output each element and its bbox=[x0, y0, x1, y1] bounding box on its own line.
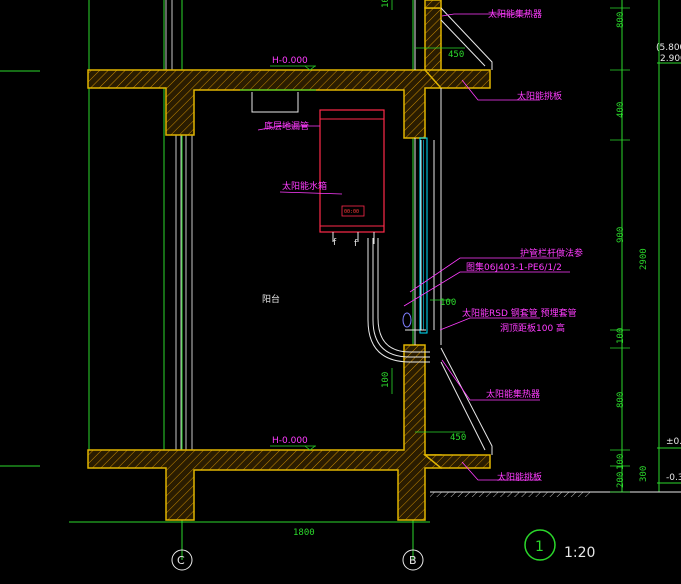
dim-right-seg-0: 800 bbox=[616, 12, 626, 28]
left-column-lines bbox=[165, 0, 193, 450]
detail-number: 1 bbox=[535, 539, 544, 555]
top-collector-bracket bbox=[440, 7, 493, 70]
label-bracket-top: 太阳能挑板 bbox=[517, 90, 562, 102]
bottom-collector-bracket bbox=[440, 347, 493, 455]
level-marker-top: H-0.000 bbox=[270, 56, 316, 71]
dim-pipe-gap: 100 bbox=[440, 298, 456, 308]
label-protection-pipe: 护管栏杆做法参 bbox=[520, 247, 583, 259]
dim-right-seg-4: 800 bbox=[616, 392, 626, 408]
valve-right-symbol: f bbox=[354, 239, 358, 249]
dim-bracket-bottom: 450 bbox=[450, 433, 466, 443]
lower-slab bbox=[87, 344, 491, 521]
detail-tag: 1 1:20 bbox=[524, 529, 595, 561]
detail-scale: 1:20 bbox=[564, 545, 595, 561]
water-heater: 00:00 f f bbox=[319, 109, 385, 249]
axis-b-label: B bbox=[409, 554, 417, 567]
label-bracket-bottom: 太阳能挑板 bbox=[497, 471, 542, 483]
dim-right-total: 2900 bbox=[639, 248, 649, 270]
floor-devices bbox=[240, 89, 316, 113]
level-right-top: (5.800) bbox=[656, 43, 681, 53]
label-drain: 底层地漏管 bbox=[264, 120, 309, 132]
upper-slab bbox=[87, 0, 491, 139]
label-atlas-ref: 图集06J403-1-PE6/1/2 bbox=[466, 261, 562, 273]
dim-right-seg-1: 400 bbox=[616, 102, 626, 118]
dim-right-seg-3: 100 bbox=[616, 328, 626, 344]
level-top-text: H-0.000 bbox=[272, 56, 308, 66]
dim-right-small: 300 bbox=[639, 466, 649, 482]
level-right-mid: ±0.0 bbox=[666, 437, 681, 447]
axis-c-label: C bbox=[177, 554, 185, 567]
label-collector-bottom: 太阳能集热器 bbox=[486, 388, 540, 400]
level-bottom-text: H-0.000 bbox=[272, 436, 308, 446]
cad-section-drawing: 00:00 f f 太阳能集热器 太阳能挑板 底层地漏管 太阳能水箱 护管栏杆做… bbox=[0, 0, 681, 571]
heater-display: 00:00 bbox=[344, 209, 359, 215]
dim-right-seg-5: 100 bbox=[616, 454, 626, 470]
dim-left-height-top: 100 bbox=[381, 0, 391, 8]
label-heater: 太阳能水箱 bbox=[282, 180, 327, 192]
level-right-top-b: 2.900 bbox=[660, 54, 681, 64]
dim-bracket-top: 450 bbox=[448, 50, 464, 60]
label-collector-top: 太阳能集热器 bbox=[488, 8, 542, 20]
label-balcony: 阳台 bbox=[262, 293, 280, 305]
dim-right-seg-6: 200 bbox=[616, 472, 626, 488]
ground-line bbox=[430, 491, 681, 497]
label-sleeve: 太阳能RSD 钢套管 预埋套管 bbox=[462, 307, 577, 319]
dim-overall-width: 1800 bbox=[293, 528, 315, 538]
level-marker-bottom: H-0.000 bbox=[270, 436, 316, 451]
dim-right-seg-2: 900 bbox=[616, 227, 626, 243]
valve-left-symbol: f bbox=[333, 238, 337, 248]
label-sleeve-note: 洞顶距板100 高 bbox=[500, 322, 565, 334]
dim-left-height-bottom: 100 bbox=[381, 372, 391, 388]
level-right-bottom: -0.3 bbox=[666, 473, 681, 483]
